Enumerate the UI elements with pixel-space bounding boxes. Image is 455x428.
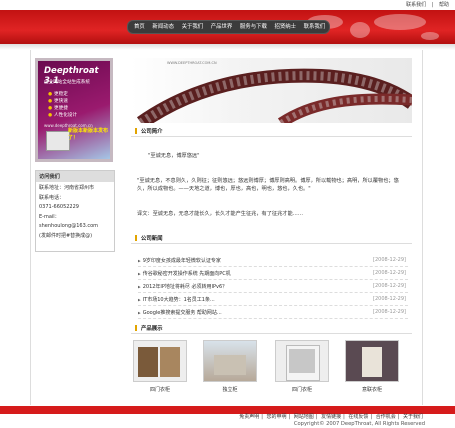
- promo-banner[interactable]: Deepthroat 3.1 企业网站全站生成系统 更稳定 更快速 更便捷 人性…: [35, 58, 113, 162]
- news-row[interactable]: IT市场10大趋势：1名员工1条... [2008-12-29]: [138, 293, 408, 306]
- product-image[interactable]: [275, 340, 329, 382]
- nav-item-products[interactable]: 产品世界: [211, 21, 233, 33]
- about-section-title: 公司简介: [141, 129, 163, 135]
- news-date: [2008-12-29]: [373, 296, 406, 302]
- product-image[interactable]: [133, 340, 187, 382]
- nav-item-home[interactable]: 首页: [134, 21, 145, 33]
- film-banner: WWW.DEEPTHROAT.COM.CN: [131, 58, 412, 123]
- contact-phone: 0371-66052229: [39, 204, 79, 210]
- news-list: 9岁印度女孩成最年轻微软认证专家 [2008-12-29] 传谷歌秘密开发操作系…: [138, 254, 408, 319]
- news-section-title: 公司新闻: [141, 236, 163, 242]
- about-section-header: 公司简介: [131, 125, 412, 137]
- contact-email-label: E-mail：: [39, 213, 60, 220]
- contact-email[interactable]: shenhoulong@163.com: [39, 222, 111, 232]
- footer-link[interactable]: 合作机会: [376, 414, 396, 420]
- footer-link[interactable]: 关于我们: [403, 414, 423, 420]
- promo-button[interactable]: 新版本新版本发布了！: [68, 127, 110, 141]
- product-image[interactable]: [203, 340, 257, 382]
- news-date: [2008-12-29]: [373, 270, 406, 276]
- products-section-header: 产品展示: [131, 322, 412, 334]
- promo-feature: 人性化设计: [48, 112, 77, 119]
- contact-phone-label: 联系电话：: [39, 194, 65, 201]
- footer: 免责声明 | 您的申明 | 网站地图 | 友情链接 | 在线反馈 | 合作机会 | 关于我们…: [0, 406, 455, 428]
- footer-link[interactable]: 在线反馈: [348, 414, 368, 420]
- contact-header: 访问我们: [36, 171, 114, 182]
- section-marker-icon: [135, 128, 137, 134]
- product-caption[interactable]: 四门衣柜: [133, 386, 187, 393]
- news-title[interactable]: 传谷歌秘密开发操作系统 先期面向PC机: [138, 270, 231, 277]
- nav-item-jobs[interactable]: 招贤纳士: [274, 21, 296, 33]
- product-card[interactable]: 四门衣柜: [133, 340, 187, 393]
- news-row[interactable]: 2012年IP地址将耗尽 必须转用IPv6？ [2008-12-29]: [138, 280, 408, 293]
- product-gallery: 四门衣柜 独立柜 四门衣柜 意联衣柜: [131, 340, 412, 396]
- product-card[interactable]: 意联衣柜: [345, 340, 399, 393]
- top-links: 联系我们 | 帮助: [406, 2, 449, 8]
- product-caption[interactable]: 意联衣柜: [345, 386, 399, 393]
- about-paragraph-1: "至诚无息，不息则久，久则征；征则悠远；悠远则博厚；博厚则高明。博厚，所以载物也…: [137, 178, 399, 192]
- section-marker-icon: [135, 325, 137, 331]
- section-marker-icon: [135, 235, 137, 241]
- computer-icon: [46, 131, 70, 151]
- promo-subtitle: 企业网站全站生成系统: [44, 80, 90, 85]
- product-caption[interactable]: 独立柜: [203, 386, 257, 393]
- contact-box: 访问我们 联系地址：河南省郑州市 联系电话： 0371-66052229 E-m…: [35, 170, 115, 252]
- news-date: [2008-12-29]: [373, 283, 406, 289]
- footer-link[interactable]: 免责声明: [239, 414, 259, 420]
- footer-link[interactable]: 您的申明: [267, 414, 287, 420]
- products-section-title: 产品展示: [141, 326, 163, 332]
- contact-note: (发邮件时把#替换成@): [39, 232, 93, 239]
- footer-links: 免责声明 | 您的申明 | 网站地图 | 友情链接 | 在线反馈 | 合作机会 | 关于我们: [239, 414, 423, 420]
- promo-feature: 更便捷: [48, 105, 77, 112]
- top-bar: 联系我们 | 帮助: [0, 0, 455, 9]
- contact-body: 联系地址：河南省郑州市 联系电话： 0371-66052229 E-mail： …: [36, 182, 114, 243]
- nav-item-news[interactable]: 新闻动态: [152, 21, 174, 33]
- product-image[interactable]: [345, 340, 399, 382]
- news-title[interactable]: Google推搜索提交服务 帮助网站...: [138, 309, 222, 316]
- footer-link[interactable]: 网站地图: [294, 414, 314, 420]
- news-title[interactable]: IT市场10大趋势：1名员工1条...: [138, 296, 215, 303]
- product-caption[interactable]: 四门衣柜: [275, 386, 329, 393]
- news-row[interactable]: 9岁印度女孩成最年轻微软认证专家 [2008-12-29]: [138, 254, 408, 267]
- promo-feature-list: 更稳定 更快速 更便捷 人性化设计: [48, 91, 77, 119]
- about-paragraph-2[interactable]: 译文：至诚无息，无息才能长久，长久才能产生征兆，有了征兆才能……: [137, 210, 407, 218]
- top-link-contact[interactable]: 联系我们: [406, 2, 426, 8]
- promo-feature: 更快速: [48, 98, 77, 105]
- promo-feature: 更稳定: [48, 91, 77, 98]
- news-row[interactable]: Google推搜索提交服务 帮助网站... [2008-12-29]: [138, 306, 408, 319]
- film-strip-graphic: [136, 68, 412, 123]
- news-date: [2008-12-29]: [373, 257, 406, 263]
- nav-item-contact[interactable]: 联系我们: [304, 21, 326, 33]
- product-card[interactable]: 四门衣柜: [275, 340, 329, 393]
- promo-inner: Deepthroat 3.1 企业网站全站生成系统 更稳定 更快速 更便捷 人性…: [38, 61, 110, 159]
- footer-link[interactable]: 友情链接: [321, 414, 341, 420]
- news-title[interactable]: 9岁印度女孩成最年轻微软认证专家: [138, 257, 221, 264]
- top-link-help[interactable]: 帮助: [439, 2, 449, 8]
- news-title[interactable]: 2012年IP地址将耗尽 必须转用IPv6？: [138, 283, 227, 290]
- nav-item-about[interactable]: 关于我们: [182, 21, 204, 33]
- news-date: [2008-12-29]: [373, 309, 406, 315]
- about-quote: "至诚无息，博厚悠远": [148, 153, 200, 159]
- nav-item-download[interactable]: 服务与下载: [240, 21, 267, 33]
- news-row[interactable]: 传谷歌秘密开发操作系统 先期面向PC机 [2008-12-29]: [138, 267, 408, 280]
- news-section-header: 公司新闻: [131, 232, 412, 244]
- contact-address: 联系地址：河南省郑州市: [39, 185, 95, 191]
- product-card[interactable]: 独立柜: [203, 340, 257, 393]
- main-nav: 首页 新闻动态 关于我们 产品世界 服务与下载 招贤纳士 联系我们: [127, 20, 330, 34]
- footer-copyright: Copyright© 2007 DeepThroat, All Rights R…: [293, 421, 425, 427]
